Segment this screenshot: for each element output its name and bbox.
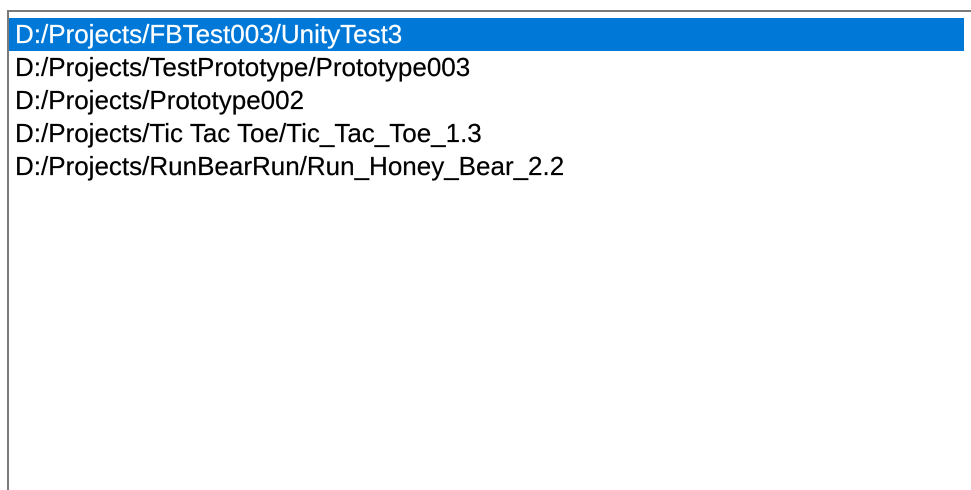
- list-item-selected[interactable]: D:/Projects/FBTest003/UnityTest3: [9, 18, 964, 51]
- list-item[interactable]: D:/Projects/TestPrototype/Prototype003: [9, 51, 971, 84]
- list-item[interactable]: D:/Projects/Prototype002: [9, 84, 971, 117]
- list-item[interactable]: D:/Projects/RunBearRun/Run_Honey_Bear_2.…: [9, 150, 971, 183]
- list-item[interactable]: D:/Projects/Tic Tac Toe/Tic_Tac_Toe_1.3: [9, 117, 971, 150]
- project-path-list: D:/Projects/FBTest003/UnityTest3 D:/Proj…: [9, 12, 971, 183]
- project-path-listbox[interactable]: D:/Projects/FBTest003/UnityTest3 D:/Proj…: [7, 10, 971, 490]
